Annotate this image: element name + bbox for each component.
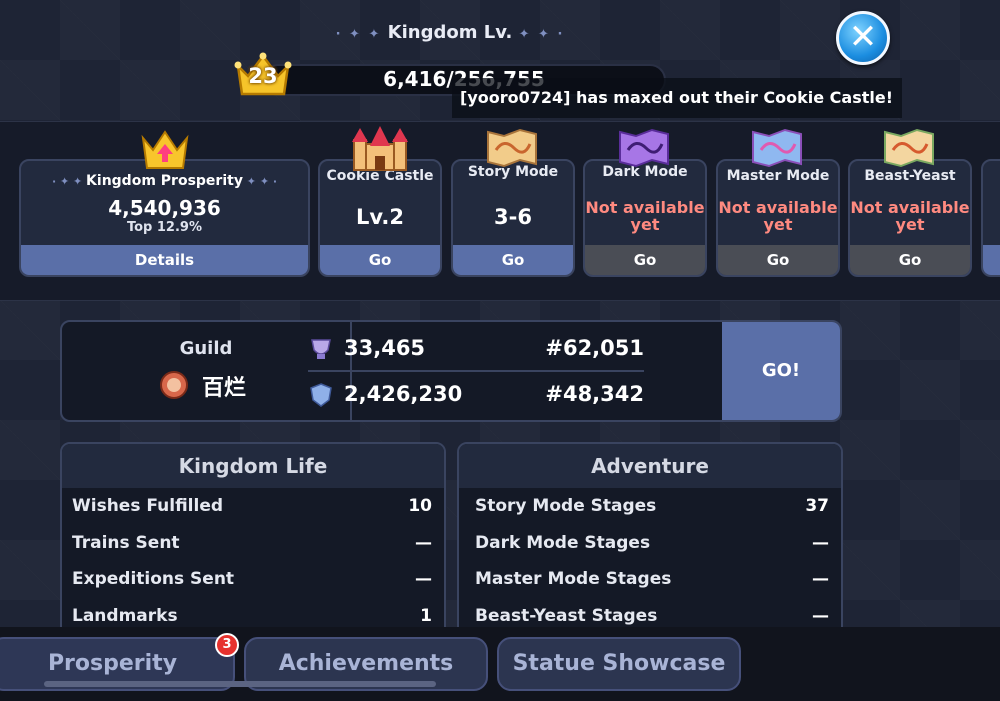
row-value: — — [415, 532, 432, 553]
prosperity-card: · ✦ ✦ Kingdom Prosperity ✦ ✦ · 4,540,936… — [19, 159, 310, 277]
beast-map-icon — [884, 128, 934, 168]
title-text: Kingdom Lv. — [387, 22, 513, 43]
row-value: — — [812, 605, 829, 626]
master-mode-card: Master Mode Not available yet Go — [716, 159, 840, 277]
row-label: Dark Mode Stages — [475, 532, 651, 553]
prosperity-crown-icon — [141, 130, 189, 169]
sparkle-icon: · ✦ ✦ — [335, 27, 382, 42]
row-label: Beast-Yeast Stages — [475, 605, 658, 626]
row-value: — — [415, 569, 432, 589]
kingdom-life-title: Kingdom Life — [62, 444, 444, 488]
row-value: 1 — [420, 605, 432, 626]
kingdom-level-title: · ✦ ✦ Kingdom Lv. ✦ ✦ · — [0, 22, 900, 43]
beast-label: Beast-Yeast — [864, 168, 956, 184]
list-item: Wishes Fulfilled 10 — [62, 488, 444, 525]
shield-icon — [310, 383, 332, 407]
cookie-castle-card: Cookie Castle Lv.2 Go — [318, 159, 442, 277]
guild-name: 百烂 — [202, 376, 247, 401]
row-label: Master Mode Stages — [475, 569, 672, 589]
row-value: — — [812, 532, 829, 553]
guild-emblem-icon — [160, 371, 188, 399]
story-map-icon — [487, 128, 537, 168]
tab-statue-showcase[interactable]: Statue Showcase — [497, 637, 741, 691]
row-label: Story Mode Stages — [475, 496, 657, 516]
details-button[interactable]: Details — [21, 245, 308, 275]
castle-go-button[interactable]: Go — [320, 245, 440, 275]
beast-status: Not available yet — [850, 198, 970, 234]
row-label: Trains Sent — [72, 532, 180, 553]
adventure-title: Adventure — [459, 444, 841, 488]
story-mode-card: Story Mode 3-6 Go — [451, 159, 575, 277]
row-label: Wishes Fulfilled — [72, 496, 224, 516]
story-go-button[interactable]: Go — [453, 245, 573, 275]
trophy-icon — [311, 339, 331, 359]
castle-icon — [352, 126, 408, 171]
guild-stat-row: 2,426,230 #48,342 — [308, 370, 644, 418]
story-progress: 3-6 — [494, 205, 532, 229]
master-map-icon — [752, 128, 802, 168]
row-label: Expeditions Sent — [72, 569, 235, 589]
next-card-foot — [983, 245, 1000, 275]
beast-go-button[interactable]: Go — [850, 245, 970, 275]
dark-status: Not available yet — [585, 198, 705, 234]
dark-mode-card: Dark Mode Not available yet Go — [583, 159, 707, 277]
list-item: Expeditions Sent — — [62, 561, 444, 598]
master-go-button[interactable]: Go — [718, 245, 838, 275]
guild-stat-rank: #62,051 — [545, 336, 644, 360]
close-icon: ✕ — [848, 16, 878, 57]
prosperity-label: · ✦ ✦ Kingdom Prosperity ✦ ✦ · — [51, 173, 278, 189]
dark-map-icon — [619, 128, 669, 168]
list-item: Master Mode Stages — — [459, 561, 841, 598]
sparkle-icon: ✦ ✦ · — [518, 27, 565, 42]
guild-stat-row: 33,465 #62,051 — [308, 324, 644, 372]
close-button[interactable]: ✕ — [836, 11, 890, 65]
next-card-partial[interactable] — [981, 159, 1000, 277]
guild-stat-value: 2,426,230 — [344, 382, 463, 406]
horizontal-scrollbar[interactable] — [44, 681, 436, 687]
beast-yeast-card: Beast-Yeast Not available yet Go — [848, 159, 972, 277]
row-value: — — [812, 569, 829, 589]
sparkle-icon: · ✦ ✦ — [51, 175, 87, 188]
level-number: 23 — [248, 64, 278, 88]
notification-banner: [yooro0724] has maxed out their Cookie C… — [452, 78, 902, 118]
list-item: Story Mode Stages 37 — [459, 488, 841, 525]
master-status: Not available yet — [718, 198, 838, 234]
dark-go-button[interactable]: Go — [585, 245, 705, 275]
notification-badge: 3 — [215, 633, 239, 657]
master-label: Master Mode — [726, 168, 830, 184]
sparkle-icon: ✦ ✦ · — [242, 175, 278, 188]
guild-label: Guild — [179, 338, 233, 359]
list-item: Dark Mode Stages — — [459, 525, 841, 562]
row-label: Landmarks — [72, 605, 178, 626]
row-value: 37 — [805, 496, 829, 516]
guild-stat-rank: #48,342 — [545, 382, 644, 406]
prosperity-rank: Top 12.9% — [126, 220, 202, 235]
guild-stat-value: 33,465 — [344, 336, 426, 360]
list-item: Trains Sent — — [62, 525, 444, 562]
castle-level: Lv.2 — [356, 205, 404, 229]
prosperity-value: 4,540,936 — [108, 196, 221, 220]
guild-go-button[interactable]: GO! — [722, 322, 840, 420]
row-value: 10 — [408, 496, 432, 516]
